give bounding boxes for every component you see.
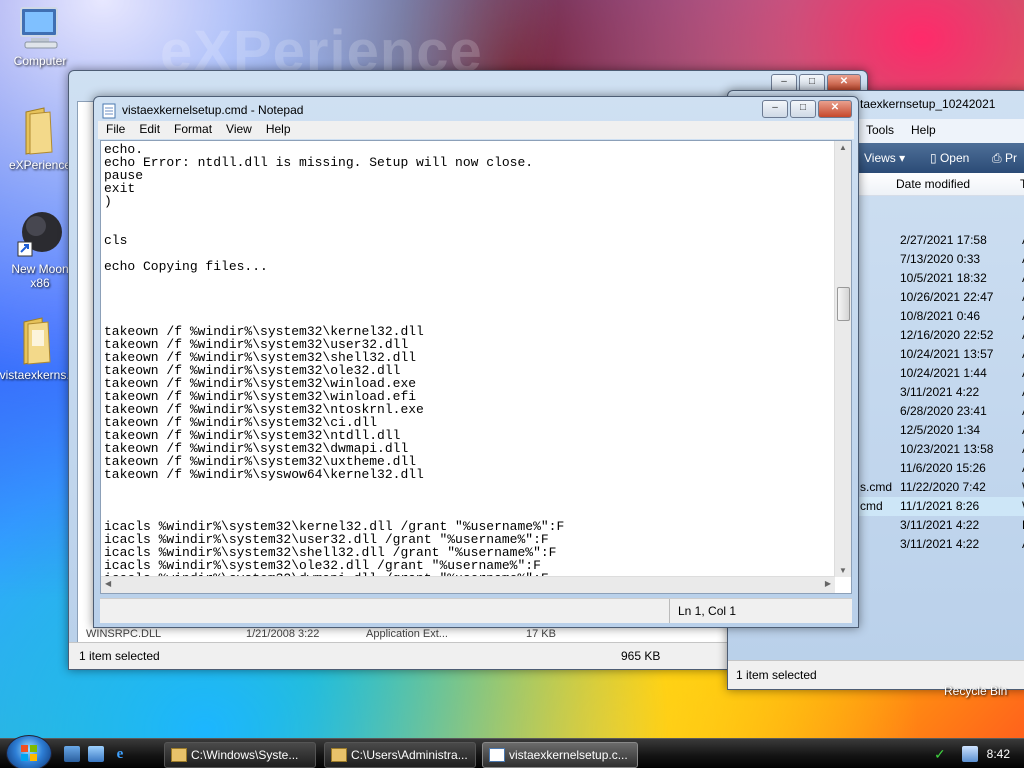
column-type[interactable]: T <box>1020 177 1024 191</box>
desktop-icon-label: eXPerience <box>8 158 72 172</box>
status-bar: Ln 1, Col 1 <box>100 598 852 623</box>
moon-shortcut-icon <box>17 212 62 257</box>
taskbar: e C:\Windows\Syste... C:\Users\Administr… <box>0 735 1024 768</box>
internet-explorer-icon[interactable]: e <box>112 746 128 762</box>
menu-file[interactable]: File <box>98 121 131 136</box>
print-label: Pr <box>1004 151 1017 165</box>
folder-icon <box>331 748 347 762</box>
file-type: Application Ext... <box>366 628 448 640</box>
taskbar-item-explorer-windows[interactable]: C:\Windows\Syste... <box>164 742 316 768</box>
window-title: taexkernsetup_10242021 <box>860 97 996 111</box>
file-size: 17 KB <box>526 628 556 640</box>
scroll-right-icon[interactable]: ▶ <box>825 579 831 588</box>
status-size: 965 KB <box>621 649 661 663</box>
file-name: WINSRPC.DLL <box>86 628 162 640</box>
start-button[interactable] <box>6 735 52 768</box>
desktop-icon-label: Computer <box>13 54 67 68</box>
menu-help[interactable]: Help <box>911 123 936 137</box>
print-button[interactable]: ⎙ Pr <box>992 151 1017 166</box>
file-date: 10/8/2021 0:46 <box>900 309 981 323</box>
folder-icon <box>23 317 51 365</box>
views-button[interactable]: Views ▾ <box>864 151 905 165</box>
taskbar-item-label: C:\Users\Administra... <box>351 748 468 762</box>
file-date: 2/27/2021 17:58 <box>900 233 987 247</box>
file-date: 10/24/2021 1:44 <box>900 366 987 380</box>
notepad-icon <box>102 103 116 119</box>
editor-text[interactable]: echo. echo Error: ntdll.dll is missing. … <box>101 141 851 587</box>
window-title: vistaexkernelsetup.cmd - Notepad <box>122 103 304 117</box>
file-name: s.cmd <box>860 480 893 494</box>
clock[interactable]: 8:42 <box>987 739 1010 768</box>
file-date: 7/13/2020 0:33 <box>900 252 981 266</box>
file-date: 10/23/2021 13:58 <box>900 442 994 456</box>
folder-icon <box>171 748 187 762</box>
computer-icon <box>20 7 58 49</box>
scroll-down-icon[interactable]: ▼ <box>839 566 847 575</box>
cursor-position: Ln 1, Col 1 <box>669 599 848 623</box>
open-button[interactable]: ▯ Open <box>930 151 969 165</box>
switch-windows-icon[interactable] <box>88 746 104 762</box>
views-label: Views <box>864 151 896 165</box>
file-date: 3/11/2021 4:22 <box>900 385 980 399</box>
notepad-window[interactable]: vistaexkernelsetup.cmd - Notepad – □ ✕ F… <box>93 96 859 628</box>
status-selection: 1 item selected <box>79 649 160 663</box>
desktop-icon-computer[interactable]: Computer <box>0 4 80 68</box>
taskbar-item-notepad[interactable]: vistaexkernelsetup.c... <box>482 742 638 768</box>
menu-view[interactable]: View <box>218 121 258 136</box>
window-controls: – □ ✕ <box>762 100 852 118</box>
taskbar-item-label: C:\Windows\Syste... <box>191 748 299 762</box>
file-date: 12/5/2020 1:34 <box>900 423 981 437</box>
windows-logo-icon <box>21 745 37 761</box>
menu-tools[interactable]: Tools <box>866 123 894 137</box>
vertical-scrollbar[interactable]: ▲ ▼ <box>834 141 851 577</box>
desktop-icon-vistaexkerns[interactable]: vistaexkerns... <box>0 316 78 382</box>
notepad-icon <box>489 748 505 762</box>
recycle-bin-label[interactable]: Recycle Bin <box>944 684 1007 698</box>
maximize-button[interactable]: □ <box>790 100 816 118</box>
file-date: 11/6/2020 15:26 <box>900 461 986 475</box>
file-date: 12/16/2020 22:52 <box>900 328 994 342</box>
menu-edit[interactable]: Edit <box>131 121 166 136</box>
file-date: 6/28/2020 23:41 <box>900 404 987 418</box>
file-date: 10/5/2021 18:32 <box>900 271 987 285</box>
show-desktop-icon[interactable] <box>64 746 80 762</box>
desktop-icon-label: vistaexkerns... <box>0 368 77 382</box>
network-tray-icon[interactable] <box>962 746 978 762</box>
column-date-modified[interactable]: Date modified <box>896 177 970 191</box>
text-editor[interactable]: echo. echo Error: ntdll.dll is missing. … <box>100 140 852 594</box>
menu-help[interactable]: Help <box>258 121 297 136</box>
file-date: 11/22/2020 7:42 <box>900 480 986 494</box>
file-date: 11/1/2021 8:26 <box>900 499 980 513</box>
partial-file-row[interactable]: WINSRPC.DLL 1/21/2008 3:22 Application E… <box>86 628 556 642</box>
file-date: 3/11/2021 4:22 <box>900 518 980 532</box>
minimize-button[interactable]: – <box>762 100 788 118</box>
file-name: cmd <box>860 499 883 513</box>
desktop-icon-label: New Moon x86 <box>11 262 69 290</box>
open-label: Open <box>939 151 970 165</box>
menu-format[interactable]: Format <box>166 121 218 136</box>
menu-bar: File Edit Format View Help <box>98 121 854 139</box>
taskbar-item-explorer-users[interactable]: C:\Users\Administra... <box>324 742 476 768</box>
close-button[interactable]: ✕ <box>818 100 852 118</box>
scroll-up-icon[interactable]: ▲ <box>839 143 847 152</box>
scroll-thumb[interactable] <box>837 287 850 321</box>
file-date: 10/26/2021 22:47 <box>900 290 994 304</box>
file-date: 10/24/2021 13:57 <box>900 347 994 361</box>
horizontal-scrollbar[interactable]: ◀ ▶ <box>101 576 835 593</box>
taskbar-item-label: vistaexkernelsetup.c... <box>509 748 628 762</box>
security-tray-icon[interactable]: ✓ <box>934 746 950 762</box>
scroll-left-icon[interactable]: ◀ <box>105 579 111 588</box>
status-selection: 1 item selected <box>736 668 817 682</box>
file-date: 1/21/2008 3:22 <box>246 628 320 640</box>
file-date: 3/11/2021 4:22 <box>900 537 980 551</box>
folder-icon <box>25 107 53 155</box>
